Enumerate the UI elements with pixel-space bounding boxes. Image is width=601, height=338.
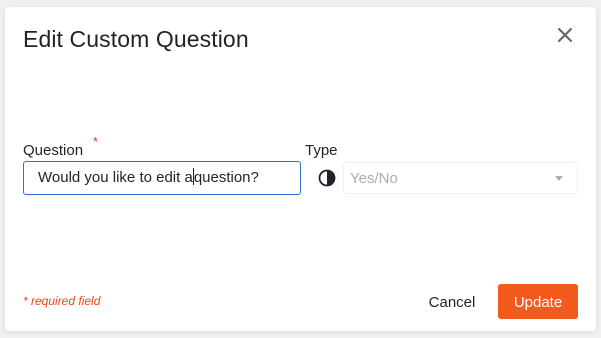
type-label: Type: [305, 142, 338, 159]
question-text-before-caret: Would you like to edit a: [38, 169, 193, 186]
question-text-after-caret: question?: [193, 169, 259, 186]
chevron-down-icon: [555, 176, 563, 181]
dialog-title: Edit Custom Question: [23, 26, 249, 52]
question-input[interactable]: Would you like to edit aquestion?: [23, 161, 301, 195]
cancel-button[interactable]: Cancel: [421, 287, 483, 317]
question-label: Question: [23, 142, 84, 159]
required-field-note: * required field: [23, 294, 101, 308]
edit-question-dialog: Edit Custom Question Question * Type Wou…: [5, 7, 596, 331]
close-button[interactable]: [553, 23, 577, 47]
type-select-value: Yes/No: [350, 170, 398, 187]
half-circle-contrast-icon: [318, 169, 336, 187]
required-asterisk: *: [93, 134, 99, 149]
close-icon[interactable]: [553, 23, 577, 47]
update-button[interactable]: Update: [498, 284, 578, 319]
type-select[interactable]: Yes/No: [343, 162, 578, 194]
